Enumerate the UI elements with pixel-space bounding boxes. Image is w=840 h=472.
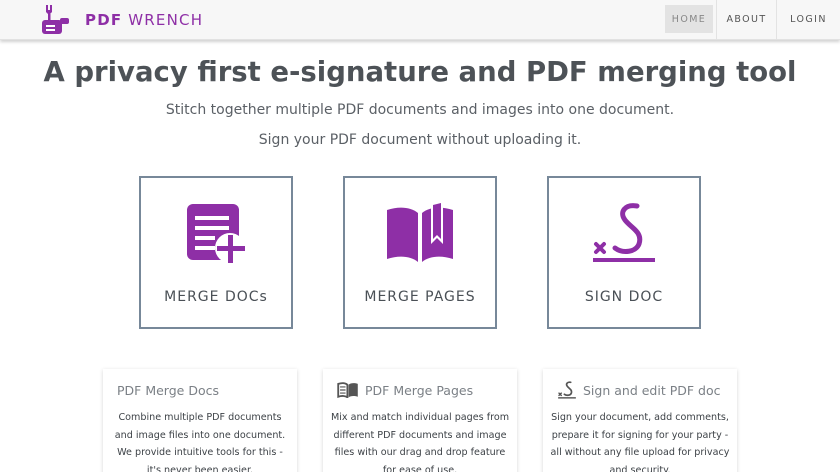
nav-links: HOME ABOUT LOGIN [665, 0, 840, 39]
nav-home[interactable]: HOME [665, 5, 713, 33]
brand-link[interactable]: PDF WRENCH [40, 3, 203, 37]
sign-doc-tile[interactable]: SIGN DOC [547, 176, 701, 329]
card-description: Combine multiple PDF documents and image… [114, 412, 286, 472]
brand-name: PDF WRENCH [85, 11, 204, 29]
signature-icon [558, 381, 576, 399]
signature-icon [593, 203, 655, 262]
sign-doc-label: SIGN DOC [584, 289, 664, 305]
document-add-icon [187, 204, 245, 263]
wrench-hand-logo [42, 5, 69, 34]
open-book-icon [337, 382, 358, 398]
card-title: PDF Merge Docs [117, 382, 219, 398]
feature-card-merge-docs: PDF Merge Docs Combine multiple PDF docu… [103, 369, 297, 472]
card-title: Sign and edit PDF doc [583, 382, 721, 398]
nav-about[interactable]: ABOUT [716, 0, 776, 39]
feature-card-sign: Sign and edit PDF doc Sign your document… [543, 369, 737, 472]
merge-docs-label: MERGE DOCs [164, 289, 268, 305]
merge-docs-tile[interactable]: MERGE DOCs [139, 176, 293, 329]
hero-subtitle-merge: Stitch together multiple PDF documents a… [165, 102, 675, 118]
open-book-icon [387, 203, 453, 262]
top-navbar: PDF WRENCH HOME ABOUT LOGIN [0, 0, 840, 40]
merge-pages-label: MERGE PAGES [364, 289, 476, 305]
nav-login[interactable]: LOGIN [776, 0, 840, 39]
card-description: Sign your document, add comments, prepar… [550, 412, 730, 472]
merge-pages-tile[interactable]: MERGE PAGES [343, 176, 497, 329]
hero-title: A privacy first e-signature and PDF merg… [43, 56, 797, 88]
hero-subtitle-sign: Sign your PDF document without uploading… [258, 132, 582, 148]
card-description: Mix and match individual pages from diff… [330, 412, 510, 472]
feature-card-merge-pages: PDF Merge Pages Mix and match individual… [323, 369, 517, 472]
card-title: PDF Merge Pages [365, 382, 474, 398]
